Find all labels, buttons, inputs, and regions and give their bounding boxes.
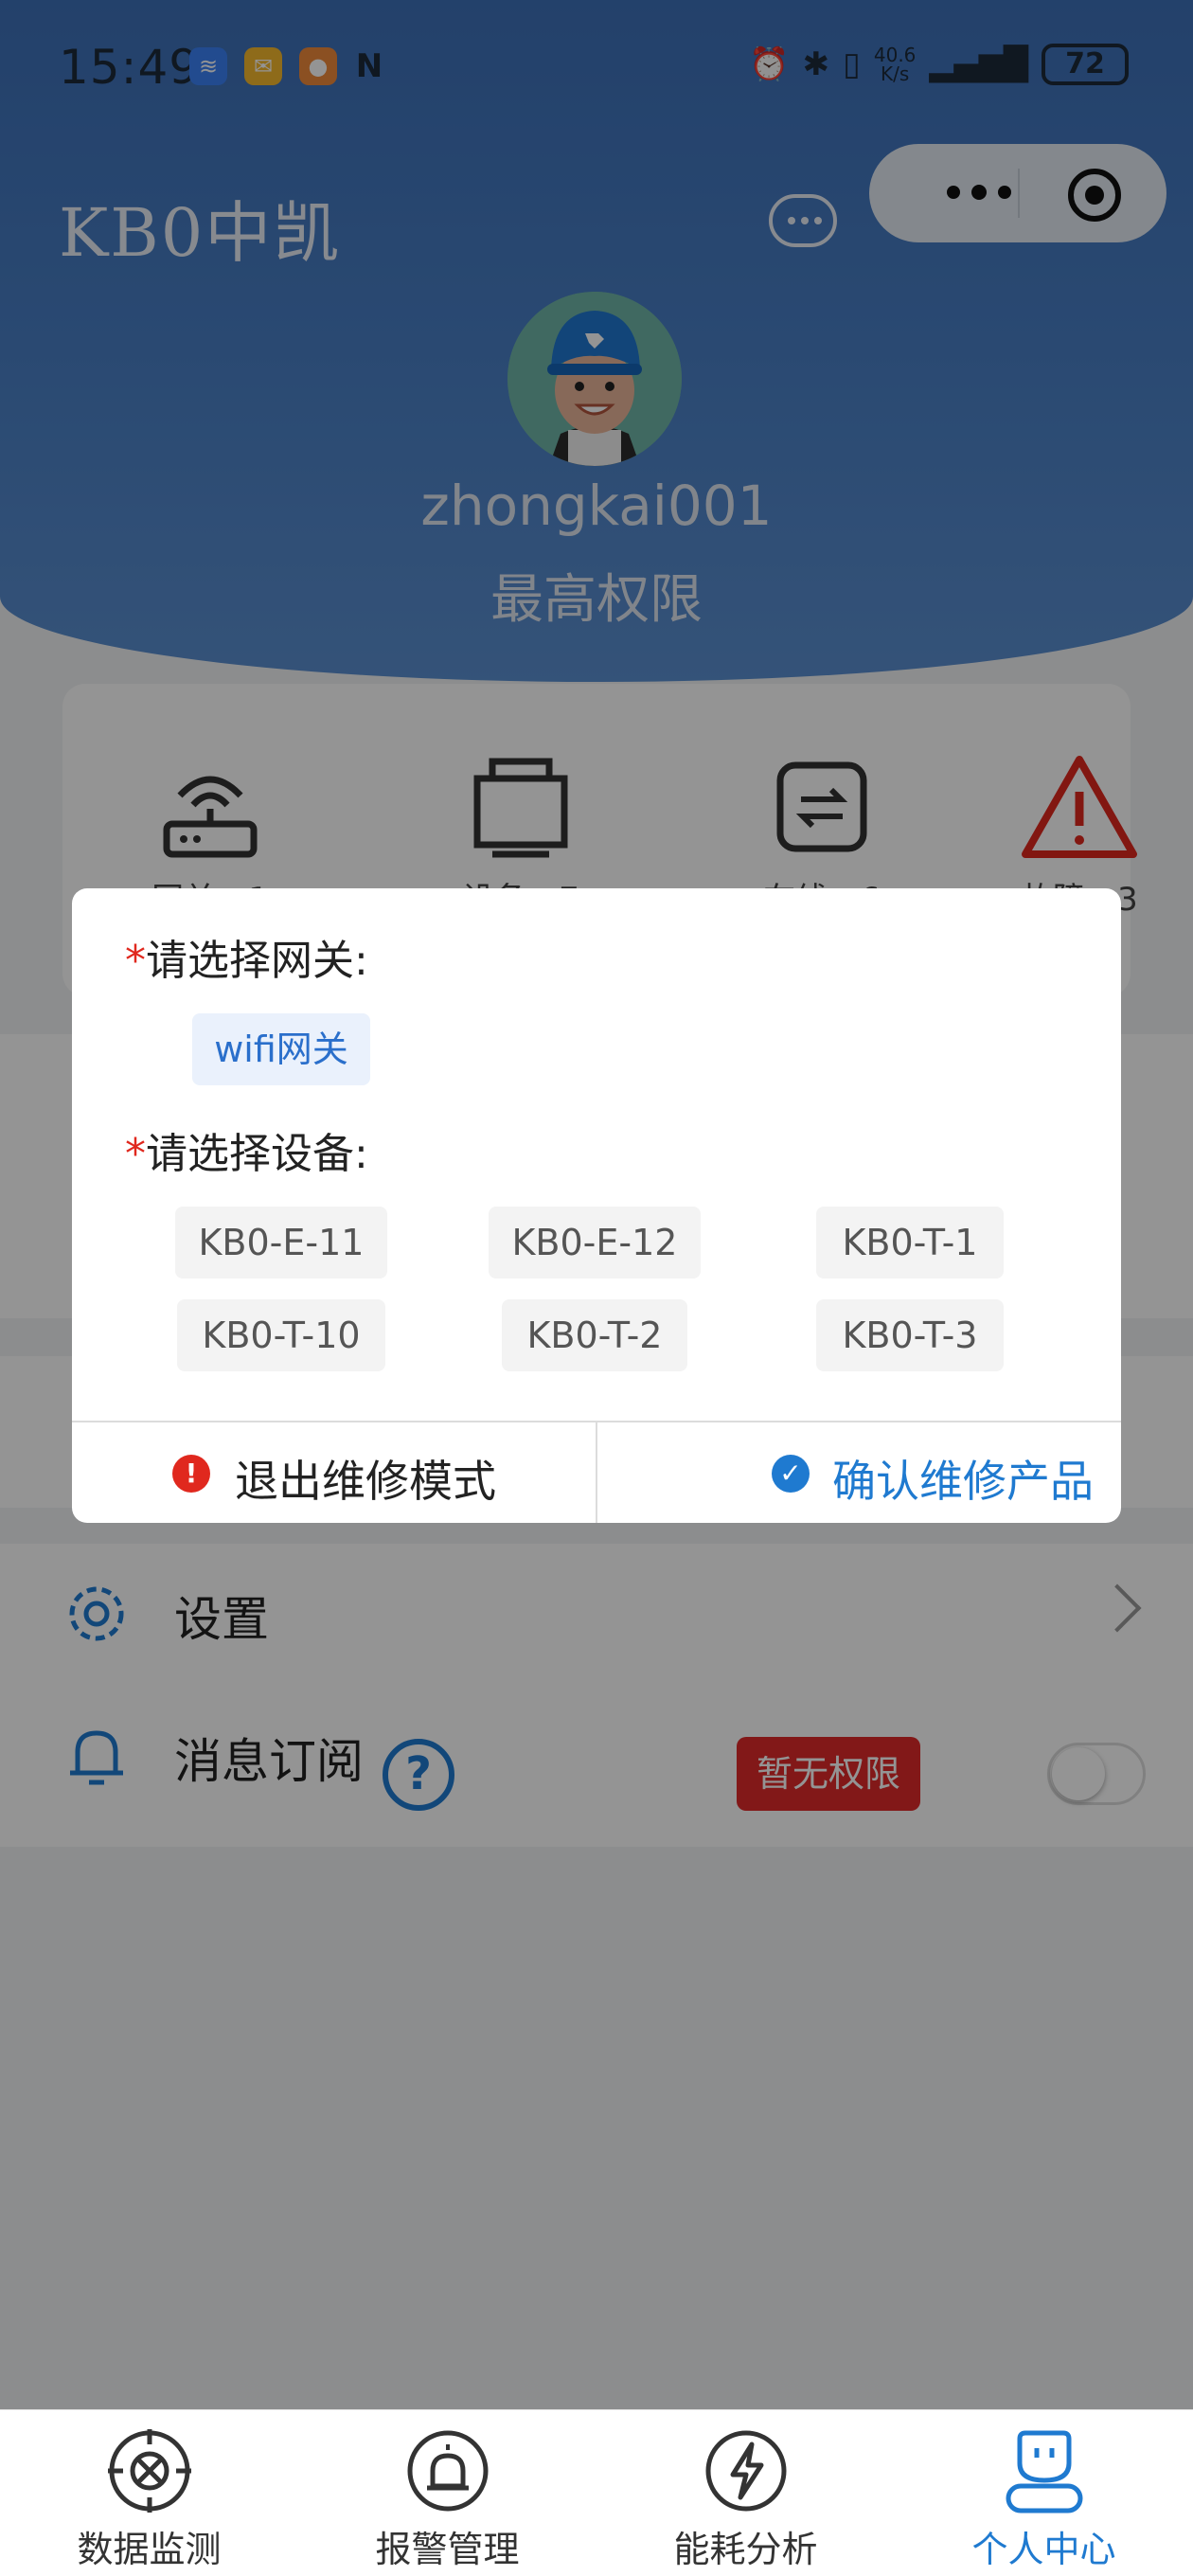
alarm-icon [407,2430,488,2512]
gateway-select-label: *请选择网关: [125,937,368,985]
tab-data-monitor[interactable]: 数据监测 [0,2425,298,2576]
repair-mode-dialog: *请选择网关: wifi网关 *请选择设备: KB0-E-11 KB0-E-12… [72,888,1121,1523]
device-select-label: *请选择设备: [125,1130,368,1178]
tab-alarm[interactable]: 报警管理 [298,2425,596,2576]
exit-repair-label: 退出维修模式 [235,1456,496,1507]
tab-energy-label: 能耗分析 [673,2529,818,2570]
dialog-footer: ! 退出维修模式 ✓ 确认维修产品 [72,1421,1121,1523]
energy-icon [705,2430,786,2512]
error-icon: ! [172,1455,210,1493]
confirm-repair-button[interactable]: ✓ 确认维修产品 [597,1422,1121,1523]
tab-profile-label: 个人中心 [971,2529,1116,2570]
tab-data-monitor-label: 数据监测 [77,2529,222,2570]
profile-icon [1006,2430,1082,2513]
monitor-icon [107,2429,191,2513]
device-chip[interactable]: KB0-T-2 [502,1299,687,1371]
device-chip[interactable]: KB0-E-12 [489,1207,701,1279]
tab-bar: 数据监测 报警管理 能耗分析 个人中心 [0,2409,1193,2576]
check-icon: ✓ [772,1455,810,1493]
device-chip[interactable]: KB0-T-3 [816,1299,1004,1371]
tab-energy[interactable]: 能耗分析 [596,2425,895,2576]
confirm-repair-label: 确认维修产品 [832,1456,1094,1507]
device-chip[interactable]: KB0-E-11 [175,1207,387,1279]
exit-repair-button[interactable]: ! 退出维修模式 [72,1422,596,1523]
device-chip[interactable]: KB0-T-10 [177,1299,385,1371]
gateway-chip[interactable]: wifi网关 [192,1013,370,1085]
tab-alarm-label: 报警管理 [375,2529,520,2570]
tab-profile[interactable]: 个人中心 [895,2425,1193,2576]
device-chip[interactable]: KB0-T-1 [816,1207,1004,1279]
